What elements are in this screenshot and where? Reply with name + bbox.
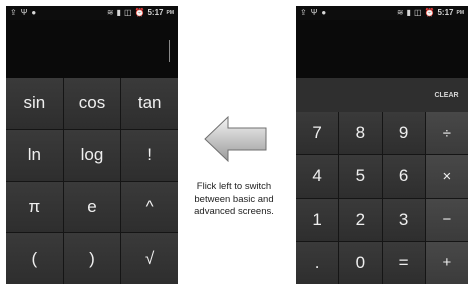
instruction-caption: Flick left to switch between basic and a… [174,181,294,219]
android-icon: ● [321,8,327,17]
key-sqrt[interactable]: √ [121,233,178,284]
key-decimal[interactable]: . [296,241,339,284]
caption-line: between basic and [194,193,274,205]
clear-row: CLEAR [296,78,468,113]
key-8[interactable]: 8 [339,112,382,155]
status-ampm: PM [166,10,175,16]
key-sin[interactable]: sin [6,78,63,129]
signal-icon: ▮ [406,8,411,17]
calculator-display[interactable] [296,20,468,78]
advanced-keypad: sin cos tan ln log ! π e ^ ( ) √ [6,78,178,284]
vibrate-icon: ◫ [413,8,422,17]
basic-calculator-screen: ⇪ Ψ ● ≋ ▮ ◫ ⏰ 5:17 PM CLEAR 7 8 9 ÷ 4 5 … [296,6,468,284]
basic-keypad: 7 8 9 ÷ 4 5 6 × 1 2 3 − . 0 = + [296,112,468,284]
key-9[interactable]: 9 [382,112,425,155]
vibrate-icon: ◫ [123,8,132,17]
upload-icon: ⇪ [10,8,17,17]
key-7[interactable]: 7 [296,112,339,155]
left-arrow-icon [204,116,267,162]
alarm-icon: ⏰ [134,8,145,17]
usb-icon: Ψ [310,8,318,17]
key-0[interactable]: 0 [339,241,382,284]
key-multiply[interactable]: × [425,155,468,198]
signal-icon: ▮ [116,8,121,17]
key-tan[interactable]: tan [121,78,178,129]
key-6[interactable]: 6 [382,155,425,198]
android-icon: ● [31,8,37,17]
key-4[interactable]: 4 [296,155,339,198]
key-add[interactable]: + [425,241,468,284]
status-bar: ⇪ Ψ ● ≋ ▮ ◫ ⏰ 5:17 PM [6,6,178,20]
status-bar: ⇪ Ψ ● ≋ ▮ ◫ ⏰ 5:17 PM [296,6,468,20]
key-open-paren[interactable]: ( [6,233,63,284]
status-time: 5:17 [437,8,454,17]
key-3[interactable]: 3 [382,198,425,241]
key-1[interactable]: 1 [296,198,339,241]
key-power[interactable]: ^ [121,181,178,233]
key-equals[interactable]: = [382,241,425,284]
upload-icon: ⇪ [300,8,307,17]
wifi-icon: ≋ [396,8,404,17]
caption-line: advanced screens. [194,206,274,217]
advanced-calculator-screen: ⇪ Ψ ● ≋ ▮ ◫ ⏰ 5:17 PM sin cos tan ln log… [6,6,178,284]
clear-button[interactable]: CLEAR [425,78,468,112]
key-pi[interactable]: π [6,181,63,233]
wifi-icon: ≋ [106,8,114,17]
usb-icon: Ψ [20,8,28,17]
key-divide[interactable]: ÷ [425,112,468,155]
status-time: 5:17 [147,8,164,17]
key-e[interactable]: e [63,181,121,233]
status-ampm: PM [456,10,465,16]
key-log[interactable]: log [63,129,121,181]
calculator-display[interactable] [6,20,178,78]
key-ln[interactable]: ln [6,129,63,181]
key-cos[interactable]: cos [63,78,121,129]
alarm-icon: ⏰ [424,8,435,17]
key-5[interactable]: 5 [339,155,382,198]
key-subtract[interactable]: − [425,198,468,241]
key-close-paren[interactable]: ) [63,233,121,284]
key-2[interactable]: 2 [339,198,382,241]
caption-line: Flick left to switch [196,181,272,192]
key-factorial[interactable]: ! [121,129,178,181]
text-cursor [169,40,170,62]
